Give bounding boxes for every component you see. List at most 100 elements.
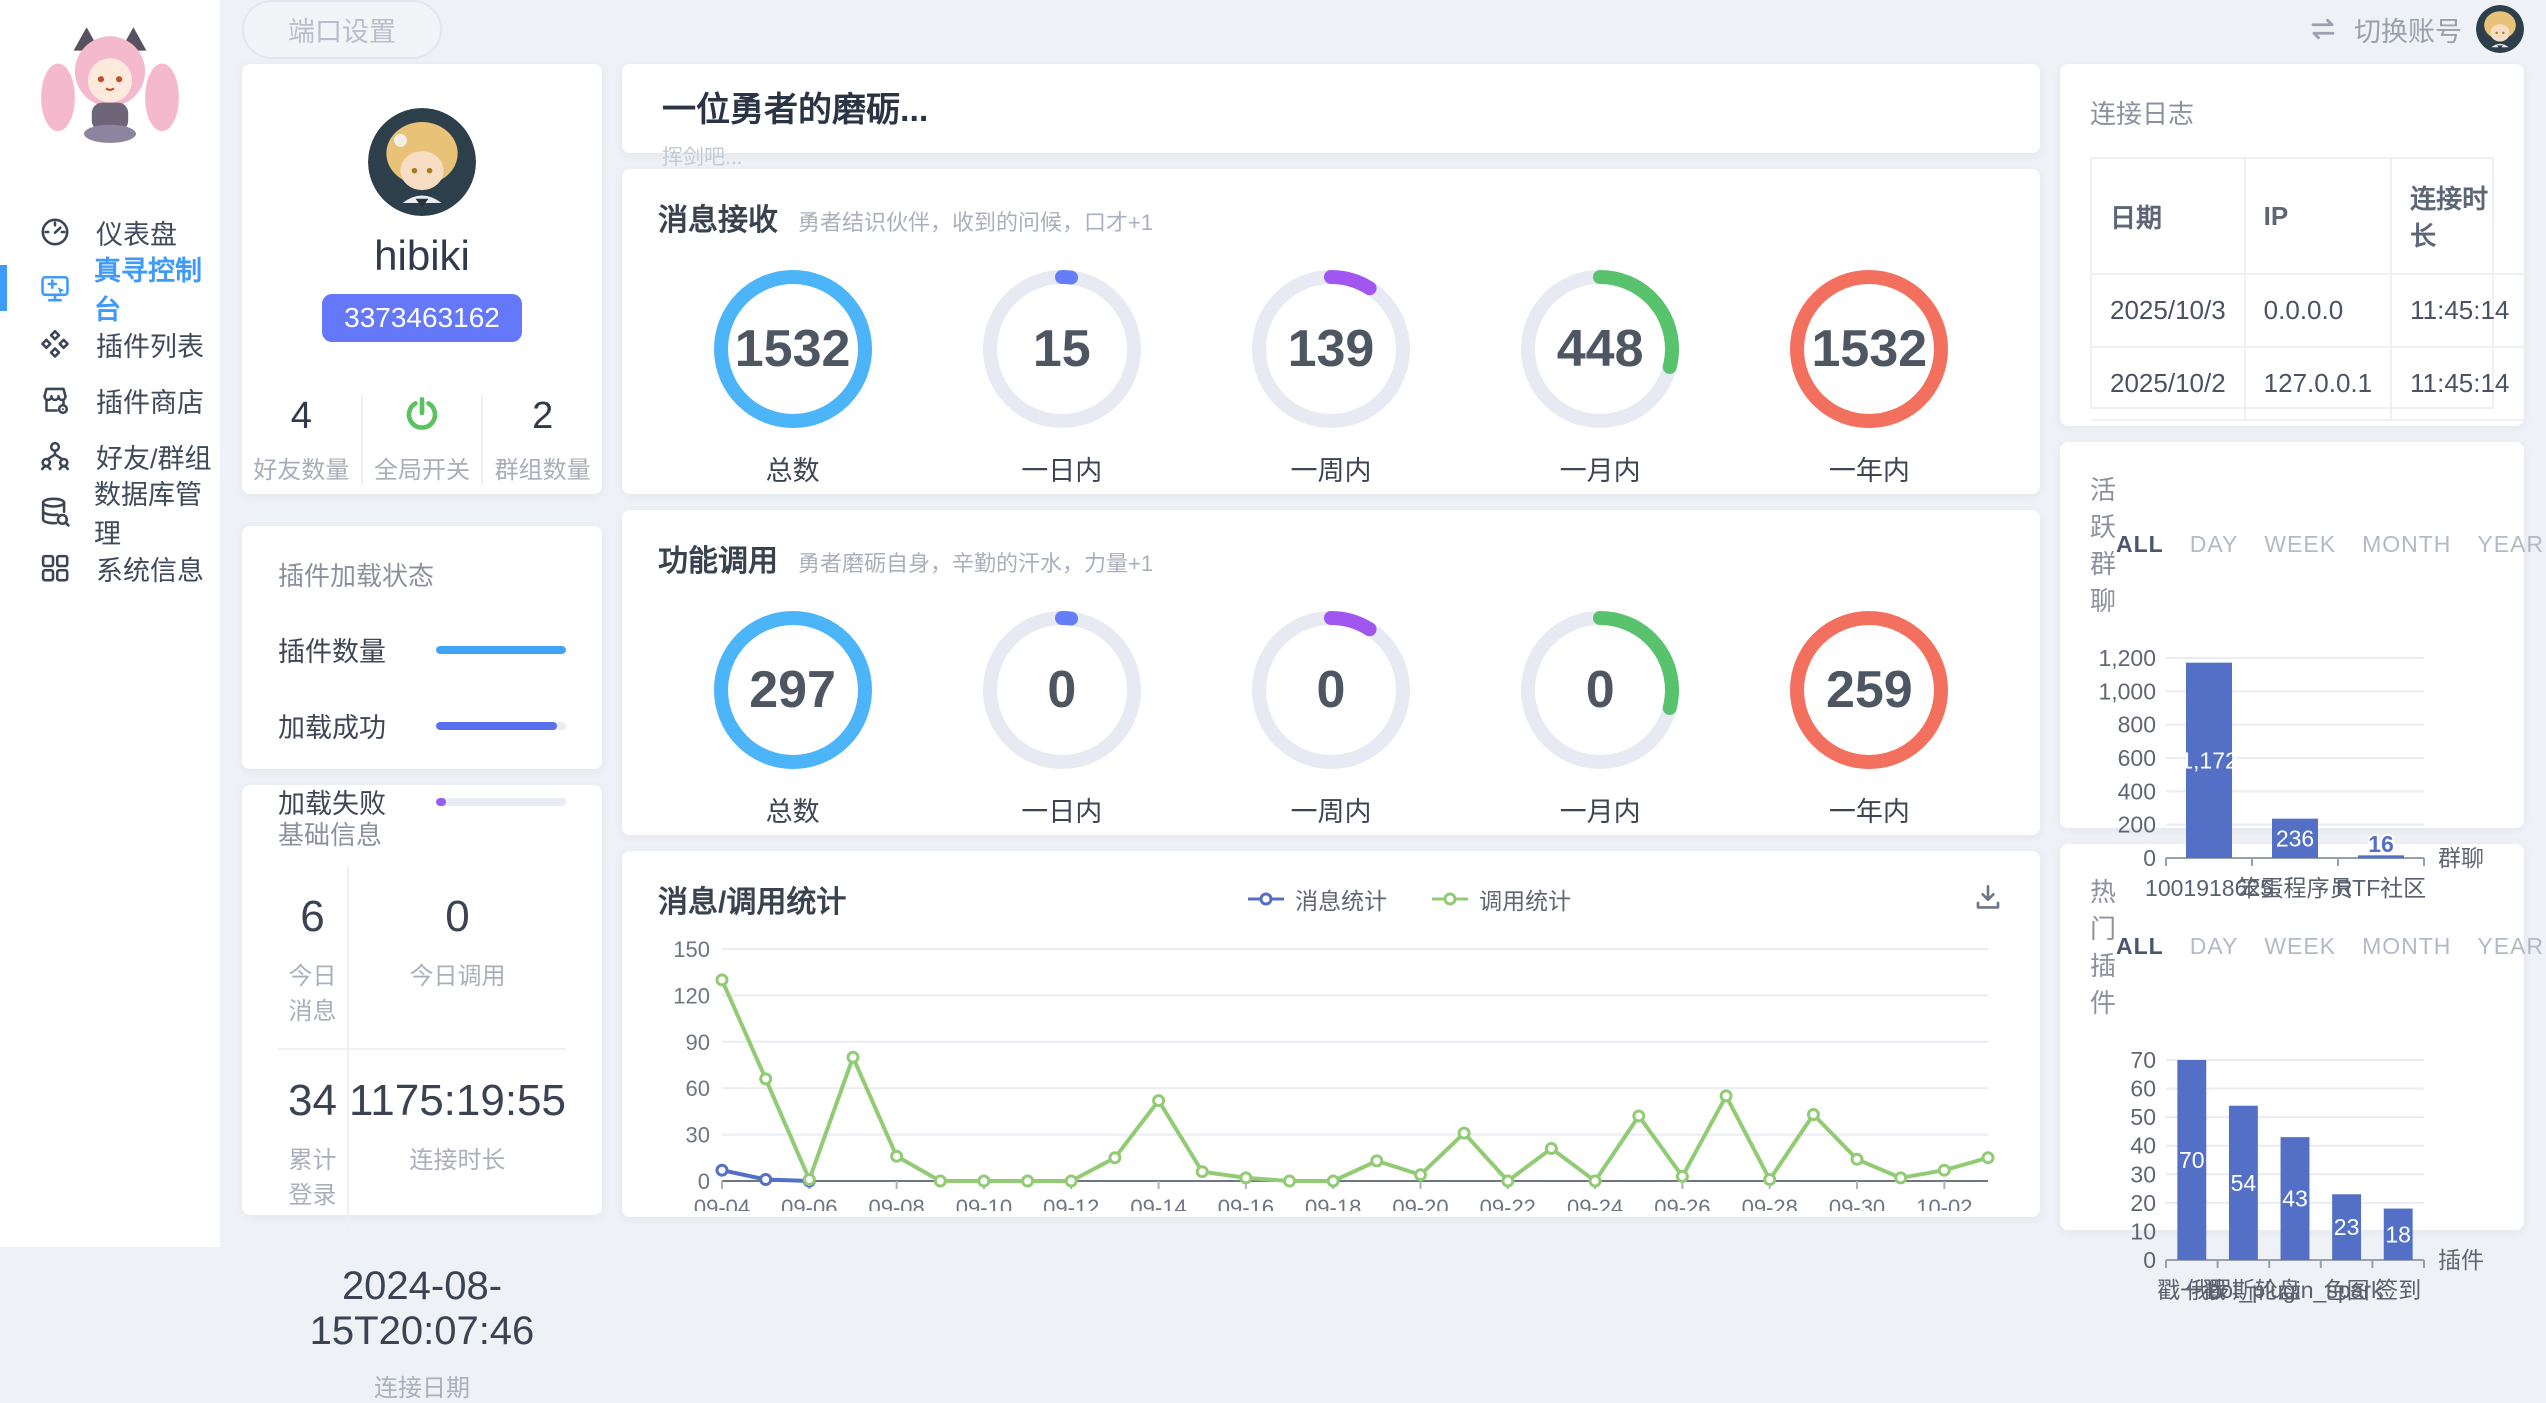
col-header-duration: 连接时长	[2391, 159, 2527, 274]
chart-legend: 消息统计 调用统计	[846, 882, 1972, 916]
hot-plugins-bar-chart: 010203040506070插件70戳一戳54俄罗斯轮盘43bot_plugi…	[2090, 1024, 2494, 1324]
svg-text:1,000: 1,000	[2098, 678, 2156, 704]
logo-image	[30, 22, 190, 152]
stat-year: 1532 一年内	[1774, 263, 1964, 488]
switch-account-button[interactable]: 切换账号	[2306, 5, 2524, 53]
stat-year: 259 一年内	[1774, 604, 1964, 829]
card-subtitle: 勇者磨砺自身，辛勤的汗水，力量+1	[798, 546, 1153, 578]
svg-text:09-14: 09-14	[1130, 1195, 1186, 1211]
tab-week[interactable]: WEEK	[2264, 933, 2336, 960]
svg-text:30: 30	[2130, 1161, 2156, 1187]
tab-year[interactable]: YEAR	[2477, 531, 2544, 558]
svg-text:签到: 签到	[2375, 1277, 2421, 1303]
hero-card: 一位勇者的磨砺... 挥剑吧...	[622, 64, 2040, 153]
range-tabs: ALL DAY WEEK MONTH YEAR	[2116, 933, 2544, 960]
svg-text:1,200: 1,200	[2098, 645, 2156, 671]
download-icon[interactable]	[1972, 881, 2004, 918]
svg-text:120: 120	[673, 983, 710, 1008]
svg-text:90: 90	[686, 1030, 710, 1055]
sidebar-item-plugin-list[interactable]: 插件列表	[0, 316, 220, 372]
sidebar-item-system-info[interactable]: 系统信息	[0, 540, 220, 596]
tab-week[interactable]: WEEK	[2264, 531, 2336, 558]
legend-call[interactable]: 调用统计	[1431, 882, 1571, 916]
svg-text:09-22: 09-22	[1480, 1195, 1536, 1211]
today-calls: 0 今日调用	[349, 866, 566, 1050]
svg-text:600: 600	[2118, 745, 2156, 771]
sidebar-menu: 仪表盘 真寻控制台 插件列表 插件商店 好友/群组	[0, 204, 220, 596]
tab-day[interactable]: DAY	[2190, 531, 2239, 558]
gauge-icon	[38, 214, 74, 250]
store-icon	[38, 382, 74, 418]
svg-text:0: 0	[698, 1169, 710, 1194]
console-monitor-icon	[38, 270, 72, 306]
svg-text:70: 70	[2130, 1047, 2156, 1073]
message-stats-card: 消息接收 勇者结识伙伴，收到的问候，口才+1 1532 总数 15 一日内	[622, 169, 2040, 494]
tab-all[interactable]: ALL	[2116, 933, 2164, 960]
global-switch[interactable]: 全局开关	[361, 394, 482, 485]
swap-icon	[2306, 12, 2340, 46]
svg-text:60: 60	[686, 1076, 710, 1101]
progress-bar	[436, 646, 566, 654]
legend-line-icon	[1431, 892, 1469, 906]
function-stats-card: 功能调用 勇者磨砺自身，辛勤的汗水，力量+1 297 总数 0 一日内	[622, 510, 2040, 835]
sidebar-item-database[interactable]: 数据库管理	[0, 484, 220, 540]
svg-text:54: 54	[2231, 1170, 2257, 1196]
tab-all[interactable]: ALL	[2116, 531, 2164, 558]
tab-year[interactable]: YEAR	[2477, 933, 2544, 960]
topbar-avatar[interactable]	[2476, 5, 2524, 53]
col-header-ip: IP	[2245, 159, 2391, 274]
svg-text:09-04: 09-04	[694, 1195, 750, 1211]
power-icon[interactable]	[363, 394, 482, 438]
profile-avatar	[368, 108, 476, 216]
basic-info-card: 基础信息 6 今日消息 0 今日调用 34 累计登录 117	[242, 785, 602, 1215]
line-chart-card: 消息/调用统计 消息统计 调用统计	[622, 851, 2040, 1217]
tab-day[interactable]: DAY	[2190, 933, 2239, 960]
svg-text:16: 16	[2368, 831, 2394, 857]
svg-text:400: 400	[2118, 778, 2156, 804]
svg-text:RTF社区: RTF社区	[2336, 875, 2426, 901]
svg-text:09-16: 09-16	[1218, 1195, 1274, 1211]
stat-month: 0 一月内	[1505, 604, 1695, 829]
main-area: 端口设置 切换账号 hibiki 3373463162 4 好友数量	[220, 0, 2546, 1247]
stat-day: 0 一日内	[967, 604, 1157, 829]
sidebar-item-label: 系统信息	[96, 549, 204, 588]
content-grid: hibiki 3373463162 4 好友数量 全局开关 2	[242, 64, 2524, 1246]
col-header-date: 日期	[2092, 159, 2245, 274]
stat-week: 0 一周内	[1236, 604, 1426, 829]
stat-total: 1532 总数	[698, 263, 888, 488]
grid-icon	[38, 550, 74, 586]
sidebar-item-label: 仪表盘	[96, 213, 177, 252]
svg-text:23: 23	[2334, 1214, 2360, 1240]
tab-month[interactable]: MONTH	[2362, 933, 2451, 960]
svg-text:0: 0	[2143, 1247, 2156, 1273]
account-id-badge: 3373463162	[322, 294, 522, 342]
svg-text:10: 10	[2130, 1218, 2156, 1244]
card-subtitle: 勇者结识伙伴，收到的问候，口才+1	[798, 205, 1153, 237]
svg-text:18: 18	[2385, 1221, 2411, 1247]
svg-text:60: 60	[2130, 1076, 2156, 1102]
sidebar-item-console[interactable]: 真寻控制台	[0, 260, 220, 316]
svg-text:800: 800	[2118, 712, 2156, 738]
bot-name: hibiki	[374, 232, 470, 280]
friend-count: 4 好友数量	[242, 394, 361, 485]
svg-text:20: 20	[2130, 1190, 2156, 1216]
sidebar: 仪表盘 真寻控制台 插件列表 插件商店 好友/群组	[0, 0, 220, 1247]
sidebar-item-plugin-store[interactable]: 插件商店	[0, 372, 220, 428]
stat-month: 448 一月内	[1505, 263, 1695, 488]
port-settings-button[interactable]: 端口设置	[242, 0, 442, 59]
svg-text:09-28: 09-28	[1742, 1195, 1798, 1211]
svg-text:50: 50	[2130, 1104, 2156, 1130]
svg-text:09-12: 09-12	[1043, 1195, 1099, 1211]
svg-text:群聊: 群聊	[2438, 845, 2484, 871]
svg-text:09-26: 09-26	[1654, 1195, 1710, 1211]
connection-log-card: 连接日志 日期 IP 连接时长 2025/10/3	[2060, 64, 2524, 426]
tab-month[interactable]: MONTH	[2362, 531, 2451, 558]
svg-text:200: 200	[2118, 812, 2156, 838]
sidebar-item-label: 插件列表	[96, 325, 204, 364]
svg-text:09-24: 09-24	[1567, 1195, 1623, 1211]
svg-text:色图: 色图	[2324, 1277, 2370, 1303]
people-network-icon	[38, 438, 74, 474]
legend-line-icon	[1247, 892, 1285, 906]
svg-text:43: 43	[2282, 1186, 2308, 1212]
legend-message[interactable]: 消息统计	[1247, 882, 1387, 916]
